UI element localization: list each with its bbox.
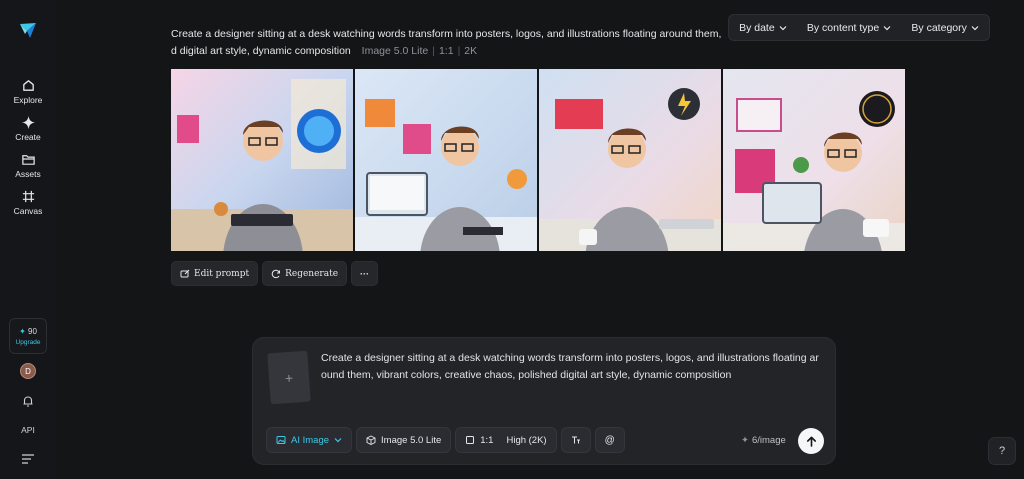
generated-image-3[interactable] [539,69,721,251]
prompt-line: Create a designer sitting at a desk watc… [171,28,722,40]
credit-star-icon: ✦ [19,326,26,336]
prompt-ratio: 1:1 [438,44,454,57]
generated-image-illustration [171,69,353,251]
composer-toolbar: AI Image Image 5.0 Lite 1:1 High (2K) @ [266,427,625,453]
plus-icon: + [284,369,294,386]
prompt-input-line: ound them, vibrant colors, creative chao… [321,369,732,381]
api-link[interactable]: API [0,425,56,435]
upload-reference-image[interactable]: + [267,350,311,405]
menu-icon[interactable] [21,453,35,465]
sidebar-item-assets[interactable]: Assets [4,152,52,179]
model-label: Image 5.0 Lite [381,434,442,446]
avatar[interactable]: D [20,363,36,379]
prompt-model: Image 5.0 Lite [361,44,429,57]
bell-icon[interactable] [21,394,35,408]
more-icon: ··· [360,268,370,279]
generation-prompt: Create a designer sitting at a desk watc… [171,26,727,59]
prompt-input-line: Create a designer sitting at a desk watc… [321,352,819,364]
filter-label: By date [739,21,775,34]
result-actions: Edit prompt Regenerate ··· [171,261,379,286]
generated-image-1[interactable] [171,69,353,251]
filter-label: By content type [806,21,880,34]
chevron-down-icon [334,438,342,443]
help-icon: ? [998,445,1006,457]
help-button[interactable]: ? [988,437,1016,465]
prompt-meta: Image 5.0 Lite | 1:1 | 2K [361,44,478,57]
ratio-quality-selector[interactable]: 1:1 High (2K) [455,427,557,453]
mention-button[interactable]: @ [594,427,625,453]
generated-image-4[interactable] [723,69,905,251]
credit-star-icon: ✦ [741,435,749,446]
image-gallery [171,69,905,251]
generated-image-illustration [539,69,721,251]
edit-prompt-label: Edit prompt [194,268,250,279]
quality-label: High (2K) [506,434,547,446]
folder-icon [21,155,35,165]
sidebar-nav: Explore Create Assets Canvas [4,78,52,216]
edit-icon [180,269,190,277]
text-style-icon [571,436,580,444]
sidebar-item-explore[interactable]: Explore [4,78,52,105]
generate-button[interactable] [798,428,824,454]
mode-dropdown[interactable]: AI Image [266,427,353,453]
sparkle-icon [21,115,35,130]
ratio-label: 1:1 [480,434,494,446]
regenerate-button[interactable]: Regenerate [262,261,348,286]
generated-image-2[interactable] [355,69,537,251]
cost-per-image: ✦ 6/image [741,435,786,446]
chevron-down-icon [971,25,979,30]
filter-by-date[interactable]: By date [739,22,787,34]
canvas-icon [22,190,34,203]
prompt-composer: + Create a designer sitting at a desk wa… [252,337,836,465]
sidebar-item-label: Assets [15,169,41,179]
prompt-input[interactable]: Create a designer sitting at a desk watc… [321,350,827,384]
sidebar: Explore Create Assets Canvas ✦ 90 Upgrad… [0,0,56,479]
sidebar-item-label: Create [15,132,41,142]
filter-by-category[interactable]: By category [911,21,979,34]
cube-icon [366,435,376,445]
mode-label: AI Image [291,434,330,446]
upgrade-label: Upgrade [15,338,41,346]
sidebar-item-canvas[interactable]: Canvas [4,189,52,216]
edit-prompt-button[interactable]: Edit prompt [171,261,259,286]
chevron-down-icon [883,25,891,30]
sidebar-item-create[interactable]: Create [4,115,52,142]
credits-value: 90 [28,326,37,336]
refresh-icon [271,269,281,278]
arrow-up-icon [806,436,816,447]
chevron-down-icon [779,25,787,30]
at-icon: @ [604,434,615,446]
generated-image-illustration [355,69,537,251]
model-selector[interactable]: Image 5.0 Lite [356,427,452,453]
sidebar-item-label: Canvas [13,206,43,216]
filter-bar: By date By content type By category [728,14,990,41]
filter-label: By category [911,21,967,34]
text-style-button[interactable] [560,427,591,453]
generated-image-illustration [723,69,905,251]
more-options-button[interactable]: ··· [351,261,379,286]
app-logo[interactable] [18,20,38,40]
credits-count: ✦ 90 [19,327,37,336]
image-icon [276,436,286,444]
credits-upgrade-button[interactable]: ✦ 90 Upgrade [9,318,47,354]
prompt-line: d digital art style, dynamic composition [171,44,351,57]
prompt-line-2: d digital art style, dynamic composition… [171,43,727,60]
filter-by-content-type[interactable]: By content type [807,22,891,34]
regenerate-label: Regenerate [285,268,339,279]
prompt-resolution: 2K [464,44,478,57]
cost-value: 6/image [751,435,786,446]
home-icon [22,80,34,91]
sidebar-item-label: Explore [13,95,43,105]
square-ratio-icon [466,436,475,444]
